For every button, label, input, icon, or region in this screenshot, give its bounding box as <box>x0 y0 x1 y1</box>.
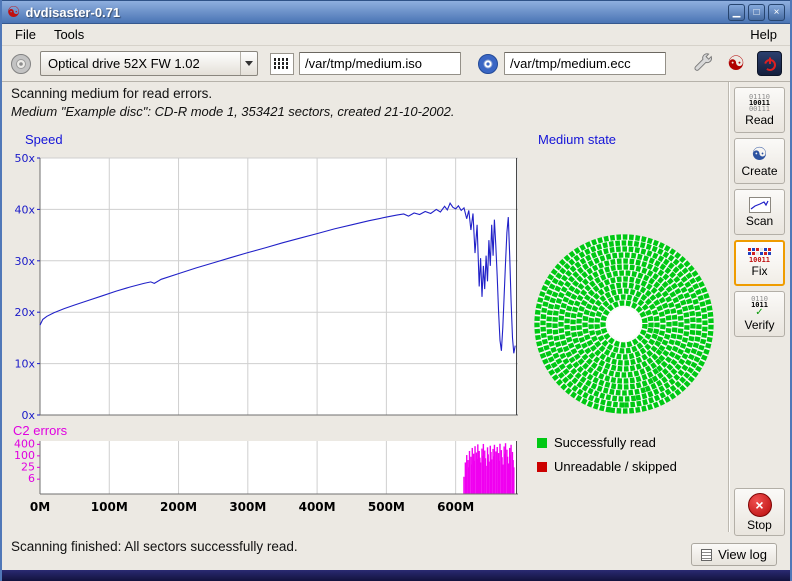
drive-icon[interactable] <box>10 53 32 75</box>
read-button[interactable]: 01110 10011 00111 Read <box>734 87 785 133</box>
read-binary-icon: 01110 10011 00111 <box>749 94 770 112</box>
svg-text:0x: 0x <box>21 409 35 422</box>
c2-errors-label: C2 errors <box>13 423 67 438</box>
svg-text:40x: 40x <box>14 203 35 216</box>
svg-text:600M: 600M <box>437 500 474 514</box>
action-sidebar: 01110 10011 00111 Read ☯ Create Scan <box>734 87 785 536</box>
medium-state-disc <box>534 234 714 414</box>
chevron-down-icon[interactable] <box>240 52 257 75</box>
verify-button-label: Verify <box>744 318 774 332</box>
stop-button[interactable]: × Stop <box>734 488 785 536</box>
legend: Successfully read Unreadable / skipped <box>537 435 677 474</box>
window-bottom-frame <box>0 570 792 581</box>
stop-button-label: Stop <box>747 518 772 532</box>
legend-item-unreadable: Unreadable / skipped <box>537 459 677 474</box>
svg-text:10x: 10x <box>14 358 35 371</box>
svg-text:500M: 500M <box>368 500 405 514</box>
footer-status-text: Scanning finished: All sectors successfu… <box>11 539 298 554</box>
svg-text:0M: 0M <box>30 500 50 514</box>
speed-label: Speed <box>25 132 63 147</box>
medium-state-label: Medium state <box>538 132 616 147</box>
app-window: ☯ dvdisaster-0.71 ▁ □ × File Tools Help … <box>0 0 792 581</box>
svg-text:400M: 400M <box>299 500 336 514</box>
create-button-label: Create <box>741 164 777 178</box>
close-icon[interactable]: × <box>768 4 785 21</box>
drive-selector[interactable]: Optical drive 52X FW 1.02 <box>40 51 258 76</box>
create-yinyang-icon: ☯ <box>751 145 767 163</box>
log-lines-icon <box>701 549 712 561</box>
status-line-2: Medium "Example disc": CD-R mode 1, 3534… <box>11 104 455 119</box>
create-button[interactable]: ☯ Create <box>734 138 785 184</box>
speed-and-c2-charts: 0x10x20x30x40x50x4001002560M100M200M300M… <box>4 152 526 524</box>
drive-selector-value: Optical drive 52X FW 1.02 <box>41 56 240 71</box>
svg-text:6: 6 <box>28 472 35 485</box>
ecc-file-icon <box>477 53 499 75</box>
app-icon: ☯ <box>7 5 20 20</box>
fix-button[interactable]: 10011 Fix <box>734 240 785 286</box>
iso-image-icon <box>270 53 294 75</box>
svg-text:50x: 50x <box>14 152 35 165</box>
verify-check-icon: ✓ <box>755 309 763 317</box>
stop-x-icon: × <box>748 493 772 517</box>
view-log-label: View log <box>718 547 767 562</box>
quit-power-icon[interactable] <box>757 51 782 76</box>
svg-text:20x: 20x <box>14 306 35 319</box>
toolbar: Optical drive 52X FW 1.02 ☯ <box>2 46 790 82</box>
verify-button[interactable]: 0110 1011 ✓ Verify <box>734 291 785 337</box>
svg-text:200M: 200M <box>160 500 197 514</box>
maximize-icon[interactable]: □ <box>748 4 765 21</box>
dvdisaster-logo-icon[interactable]: ☯ <box>727 54 745 74</box>
legend-swatch-read <box>537 438 547 448</box>
fix-button-label: Fix <box>752 264 768 278</box>
menu-tools[interactable]: Tools <box>45 24 93 45</box>
view-log-button[interactable]: View log <box>691 543 777 566</box>
main-area: Scanning medium for read errors. Medium … <box>2 82 790 570</box>
read-button-label: Read <box>745 113 774 127</box>
scan-button[interactable]: Scan <box>734 189 785 235</box>
status-line-1: Scanning medium for read errors. <box>11 86 212 101</box>
legend-label-unreadable: Unreadable / skipped <box>554 459 677 474</box>
iso-path-input[interactable] <box>299 52 461 75</box>
legend-swatch-unreadable <box>537 462 547 472</box>
menubar: File Tools Help <box>2 24 790 46</box>
scan-chart-icon <box>749 197 771 213</box>
scan-button-label: Scan <box>746 214 773 228</box>
menu-file[interactable]: File <box>6 24 45 45</box>
window-title: dvdisaster-0.71 <box>25 5 120 20</box>
svg-text:300M: 300M <box>229 500 266 514</box>
sidebar-separator <box>728 82 730 532</box>
preferences-wrench-icon[interactable] <box>691 52 715 76</box>
legend-item-read: Successfully read <box>537 435 677 450</box>
svg-text:100M: 100M <box>91 500 128 514</box>
fix-binary-icon: 10011 <box>749 257 770 263</box>
legend-label-read: Successfully read <box>554 435 656 450</box>
fix-pixels-icon <box>748 248 771 255</box>
minimize-icon[interactable]: ▁ <box>728 4 745 21</box>
ecc-path-input[interactable] <box>504 52 666 75</box>
menu-help[interactable]: Help <box>741 24 786 45</box>
titlebar: ☯ dvdisaster-0.71 ▁ □ × <box>2 0 790 24</box>
svg-text:30x: 30x <box>14 255 35 268</box>
